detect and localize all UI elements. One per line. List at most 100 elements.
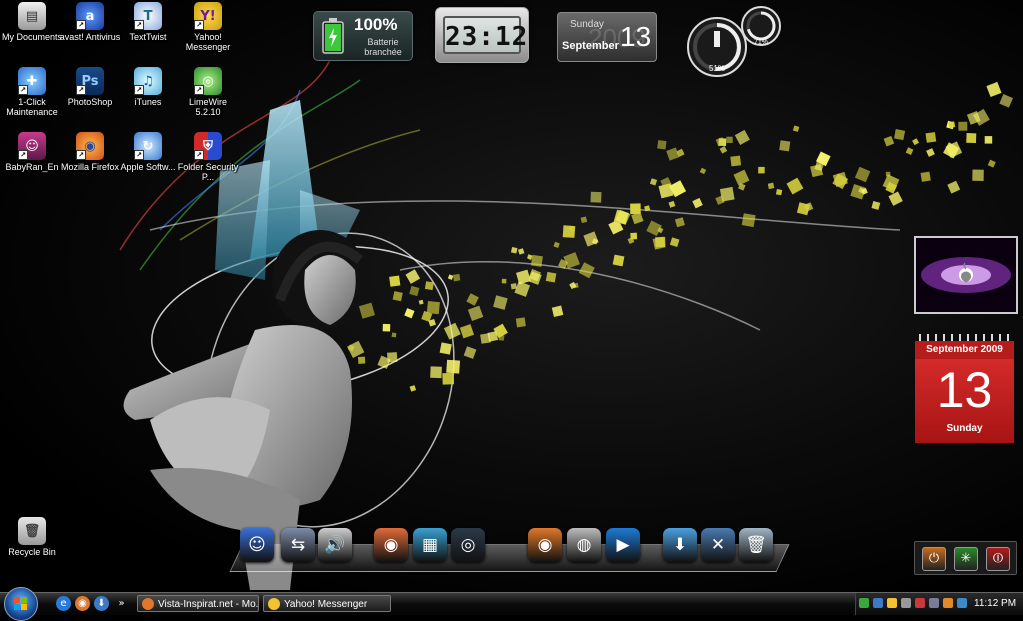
download-icon: ⬇ (672, 535, 688, 555)
cpu-meter-gadget[interactable]: 51% 71% (684, 4, 786, 78)
desktop-icon-limewire[interactable]: ◎ ↗ LimeWire 5.2.10 (176, 67, 240, 117)
sparkle (580, 216, 588, 224)
taskbar-clock[interactable]: 11:12 PM (974, 593, 1016, 615)
start-button[interactable] (4, 587, 38, 621)
sparkle (392, 291, 403, 302)
cpu-percent: 51% (709, 64, 725, 73)
dock-item-photo-viewer[interactable]: ▦ (413, 528, 447, 562)
sparkle (443, 322, 461, 340)
sparkle (893, 128, 906, 141)
folder-security-icon: ⛨ ↗ (194, 132, 222, 160)
slideshow-gadget[interactable] (914, 236, 1018, 314)
sparkle (447, 274, 454, 280)
date-gadget[interactable]: Sunday 2009 September 13 (557, 12, 657, 62)
battery-icon (322, 18, 344, 54)
quicklaunch-firefox-icon[interactable]: ◉ (75, 596, 90, 611)
sparkle (786, 177, 804, 195)
sparkle (498, 335, 505, 341)
update-tray-icon[interactable] (957, 598, 967, 608)
dock-item-trash[interactable]: 🗑 (739, 528, 773, 562)
calendar-day: 13 (936, 362, 993, 418)
desktop-icon-my-documents[interactable]: ▤ My Documents (0, 2, 64, 42)
security-tray-icon[interactable] (915, 598, 925, 608)
network-tray-icon[interactable] (873, 598, 883, 608)
sparkle (888, 191, 903, 206)
slideshow-image (916, 238, 1016, 312)
desktop-icon-itunes[interactable]: ♫ ↗ iTunes (116, 67, 180, 107)
sparkle (767, 182, 775, 190)
dock-item-play[interactable]: ▶ (606, 528, 640, 562)
cpu-needle (714, 31, 720, 47)
quicklaunch-overflow-icon[interactable]: » (114, 596, 129, 611)
desktop-icon-folder-security[interactable]: ⛨ ↗ Folder Security P... (176, 132, 240, 182)
sparkle (668, 200, 676, 208)
desktop-icon-apple-software-update[interactable]: ↻ ↗ Apple Softw... (116, 132, 180, 172)
quicklaunch-ie-icon[interactable]: e (56, 596, 71, 611)
trash-icon: 🗑 (745, 535, 767, 555)
sparkle (719, 145, 728, 154)
sparkle (389, 275, 401, 287)
yahoo-tray-icon[interactable] (887, 598, 897, 608)
dock-item-network[interactable]: ⇆ (281, 528, 315, 562)
desktop-icon-label: avast! Antivirus (59, 32, 121, 42)
calendar-month-year: September 2009 (915, 341, 1014, 359)
sparkle (730, 155, 742, 167)
desktop-icon-recycle-bin[interactable]: 🗑 Recycle Bin (0, 517, 64, 557)
firefox-icon: ◉ (537, 535, 553, 555)
desktop-icon-photoshop[interactable]: Ps ↗ PhotoShop (58, 67, 122, 107)
dock-item-download[interactable]: ⬇ (663, 528, 697, 562)
desktop-icon-maintenance[interactable]: ✚ ↗ 1-Click Maintenance (0, 67, 64, 117)
tools-icon: ✕ (710, 535, 726, 555)
desktop-icon-texttwist[interactable]: T ↗ TextTwist (116, 2, 180, 42)
shortcut-arrow-icon: ↗ (18, 85, 28, 95)
sparkle (657, 140, 667, 150)
sparkle (871, 201, 881, 210)
digital-clock-gadget[interactable]: 23:12 (435, 7, 529, 63)
dock-item-firefox[interactable]: ◉ (528, 528, 562, 562)
sparkle (578, 262, 595, 279)
sparkle (649, 178, 658, 186)
desktop-icon-yahoo-messenger[interactable]: Y! ↗ Yahoo! Messenger (176, 2, 240, 52)
restart-button[interactable]: ⏼ (986, 547, 1010, 571)
sparkle (758, 166, 765, 174)
battery-status-line1: Batterie (367, 37, 399, 47)
desktop-icon-avast[interactable]: a ↗ avast! Antivirus (58, 2, 122, 42)
yahoo-messenger-icon (268, 598, 280, 610)
power-button[interactable]: ⏻ (922, 547, 946, 571)
avast-tray-icon[interactable] (943, 598, 953, 608)
clock-time: 23:12 (443, 16, 527, 54)
desktop[interactable]: ▤ My Documents a ↗ avast! Antivirus T ↗ TextTwi… (0, 0, 1023, 592)
dock-item-webcam[interactable]: ◍ (567, 528, 601, 562)
sleep-button[interactable]: ✳ (954, 547, 978, 571)
dock-item-media-player[interactable]: ◉ (374, 528, 408, 562)
taskbar-window-button[interactable]: Yahoo! Messenger (263, 595, 391, 612)
shortcut-arrow-icon: ↗ (76, 150, 86, 160)
desktop-icon-firefox[interactable]: ◉ ↗ Mozilla Firefox (58, 132, 122, 172)
sparkle (515, 317, 526, 328)
dock-item-tools[interactable]: ✕ (701, 528, 735, 562)
desktop-icon-label: Yahoo! Messenger (185, 32, 231, 52)
sparkle (430, 366, 442, 379)
sparkle (466, 293, 479, 306)
babyran-icon: ☺ ↗ (18, 132, 46, 160)
dock-item-finder[interactable]: ☺ (240, 528, 274, 562)
taskbar-window-button[interactable]: Vista-Inspirat.net - Mo... (137, 595, 259, 612)
calendar-gadget[interactable]: September 2009 13 Sunday (915, 333, 1014, 443)
system-tray: 11:12 PM (855, 593, 1023, 615)
sparkle (986, 81, 1002, 98)
desktop-icon-babyran[interactable]: ☺ ↗ BabyRan_En (0, 132, 64, 172)
shortcut-arrow-icon: ↗ (194, 150, 204, 160)
quicklaunch-download-icon[interactable]: ⬇ (94, 596, 109, 611)
display-tray-icon[interactable] (929, 598, 939, 608)
volume-tray-icon[interactable] (901, 598, 911, 608)
shortcut-arrow-icon: ↗ (134, 20, 144, 30)
dock-item-speaker[interactable]: 🔊 (318, 528, 352, 562)
sparkle (999, 93, 1013, 108)
sparkle (905, 147, 914, 155)
itunes-icon: ♫ ↗ (134, 67, 162, 95)
sparkle (882, 174, 900, 192)
battery-gadget[interactable]: 100% Batterie branchée (313, 11, 413, 61)
desktop-icon-label: 1-Click Maintenance (6, 97, 58, 117)
limewire-tray-icon[interactable] (859, 598, 869, 608)
dock-item-camera[interactable]: ◎ (451, 528, 485, 562)
